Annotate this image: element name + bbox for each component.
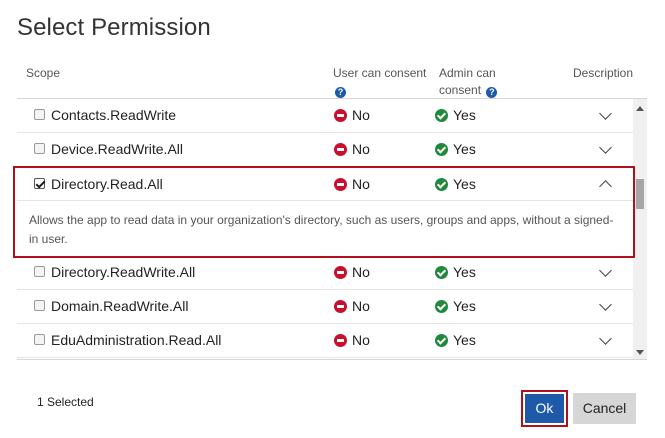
- permission-scope-name: EduAdministration.Read.All: [51, 332, 222, 348]
- permission-scope-name: Directory.ReadWrite.All: [51, 264, 196, 280]
- cancel-button[interactable]: Cancel: [573, 393, 636, 424]
- permission-row-device-readwrite-all[interactable]: Device.ReadWrite.All No Yes: [17, 133, 633, 167]
- check-circle-icon: [435, 334, 448, 347]
- chevron-down-icon[interactable]: [599, 332, 612, 345]
- chevron-down-icon[interactable]: [599, 264, 612, 277]
- column-header-description: Description: [573, 66, 634, 80]
- admin-consent-value: Yes: [435, 141, 476, 157]
- no-entry-icon: [334, 334, 347, 347]
- check-circle-icon: [435, 109, 448, 122]
- no-entry-icon: [334, 266, 347, 279]
- column-header-admin-consent-line1: Admin can: [439, 66, 496, 80]
- scrollbar-thumb[interactable]: [636, 179, 644, 209]
- ok-button[interactable]: Ok: [525, 394, 564, 423]
- admin-consent-value: Yes: [435, 298, 476, 314]
- selected-row-highlight: [13, 166, 635, 258]
- user-consent-value: No: [334, 332, 370, 348]
- help-icon[interactable]: ?: [335, 87, 346, 98]
- selected-count: 1 Selected: [37, 395, 94, 409]
- column-header-user-consent-label: User can consent: [333, 66, 427, 80]
- permission-row-directory-readwrite-all[interactable]: Directory.ReadWrite.All No Yes: [17, 256, 633, 290]
- column-header-admin-consent: Admin can consent ?: [439, 65, 498, 99]
- no-entry-icon: [334, 300, 347, 313]
- admin-consent-value: Yes: [435, 107, 476, 123]
- user-consent-value: No: [334, 141, 370, 157]
- admin-consent-value: Yes: [435, 332, 476, 348]
- user-consent-value: No: [334, 298, 370, 314]
- no-entry-icon: [334, 109, 347, 122]
- scroll-up-arrow-icon[interactable]: [636, 106, 644, 111]
- check-circle-icon: [435, 300, 448, 313]
- permission-scope-name: Device.ReadWrite.All: [51, 141, 184, 157]
- chevron-down-icon[interactable]: [599, 298, 612, 311]
- chevron-down-icon[interactable]: [599, 141, 612, 154]
- permission-row-eduadministration-read-all[interactable]: EduAdministration.Read.All No Yes: [17, 324, 633, 358]
- permission-scope-name: Domain.ReadWrite.All: [51, 298, 189, 314]
- scroll-down-arrow-icon[interactable]: [636, 350, 644, 355]
- no-entry-icon: [334, 143, 347, 156]
- column-header-admin-consent-line2: consent: [439, 83, 482, 97]
- permission-checkbox[interactable]: [34, 300, 45, 311]
- permission-scope-name: Contacts.ReadWrite: [51, 107, 177, 123]
- vertical-scrollbar[interactable]: [633, 99, 647, 359]
- user-consent-value: No: [334, 107, 370, 123]
- dialog-title: Select Permission: [17, 14, 211, 41]
- permission-checkbox[interactable]: [34, 334, 45, 345]
- permission-row-domain-readwrite-all[interactable]: Domain.ReadWrite.All No Yes: [17, 290, 633, 324]
- user-consent-value: No: [334, 264, 370, 280]
- permission-checkbox[interactable]: [34, 109, 45, 120]
- admin-consent-value: Yes: [435, 264, 476, 280]
- column-header-scope: Scope: [26, 66, 61, 80]
- column-header-user-consent: User can consent ?: [333, 65, 426, 99]
- help-icon[interactable]: ?: [486, 87, 498, 98]
- check-circle-icon: [435, 266, 448, 279]
- permission-checkbox[interactable]: [34, 266, 45, 277]
- chevron-down-icon[interactable]: [599, 107, 612, 120]
- permission-checkbox[interactable]: [34, 143, 45, 154]
- check-circle-icon: [435, 143, 448, 156]
- permission-row-contacts-readwrite[interactable]: Contacts.ReadWrite No Yes: [17, 99, 633, 133]
